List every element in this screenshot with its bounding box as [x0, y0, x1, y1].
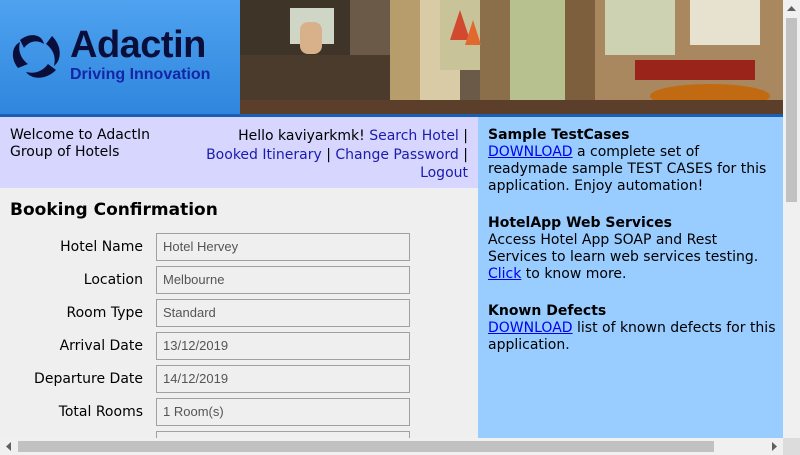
user-greeting: Hello kaviyarkmk! — [238, 128, 365, 144]
web-services-text: Access Hotel App SOAP and Rest Services … — [488, 232, 759, 265]
known-defects-block: Known Defects DOWNLOAD list of known def… — [488, 303, 778, 354]
hotel-name-label: Hotel Name — [60, 239, 143, 255]
scrollbar-corner — [783, 438, 800, 455]
total-rooms-label: Total Rooms — [58, 404, 143, 420]
form-row-location: Location Melbourne — [0, 266, 478, 296]
form-row-departure-date: Departure Date 14/12/2019 — [0, 365, 478, 395]
web-services-block: HotelApp Web Services Access Hotel App S… — [488, 215, 778, 283]
welcome-bar: Welcome to AdactIn Group of Hotels Hello… — [0, 117, 478, 188]
next-field-partial[interactable] — [156, 431, 410, 438]
sample-testcases-block: Sample TestCases DOWNLOAD a complete set… — [488, 127, 778, 195]
form-row-next — [0, 431, 478, 438]
nav-separator: | — [463, 128, 468, 144]
testcases-download-link[interactable]: DOWNLOAD — [488, 144, 573, 160]
booked-itinerary-link[interactable]: Booked Itinerary — [206, 147, 322, 163]
scroll-left-arrow-icon[interactable] — [0, 438, 17, 455]
hotel-lobby-image — [240, 0, 783, 114]
hotel-lobby-photo — [240, 0, 783, 114]
adactin-logo-icon — [12, 35, 60, 78]
welcome-text: Welcome to AdactIn Group of Hotels — [10, 127, 150, 160]
total-rooms-field[interactable]: 1 Room(s) — [156, 398, 410, 426]
departure-date-label: Departure Date — [34, 371, 143, 387]
site-header: Adactin Driving Innovation — [0, 0, 783, 114]
web-services-text-after: to know more. — [521, 266, 627, 282]
adactin-logo[interactable]: Adactin Driving Innovation — [0, 0, 240, 114]
arrival-date-field[interactable]: 13/12/2019 — [156, 332, 410, 360]
web-services-click-link[interactable]: Click — [488, 266, 521, 282]
hotel-name-field[interactable]: Hotel Hervey — [156, 233, 410, 261]
form-row-room-type: Room Type Standard — [0, 299, 478, 329]
page-title: Booking Confirmation — [10, 200, 218, 220]
departure-date-field[interactable]: 14/12/2019 — [156, 365, 410, 393]
search-hotel-link[interactable]: Search Hotel — [369, 128, 459, 144]
user-nav: Hello kaviyarkmk! Search Hotel | Booked … — [206, 127, 468, 183]
scroll-up-arrow-icon[interactable] — [783, 0, 800, 17]
room-type-field[interactable]: Standard — [156, 299, 410, 327]
brand-tagline: Driving Innovation — [70, 66, 211, 83]
logout-link[interactable]: Logout — [420, 165, 468, 181]
room-type-label: Room Type — [66, 305, 143, 321]
sample-testcases-title: Sample TestCases — [488, 127, 630, 143]
nav-separator: | — [326, 146, 331, 163]
brand-title: Adactin — [70, 24, 206, 66]
change-password-link[interactable]: Change Password — [335, 147, 458, 163]
nav-separator: | — [463, 146, 468, 163]
known-defects-title: Known Defects — [488, 303, 607, 319]
arrival-date-label: Arrival Date — [59, 338, 143, 354]
vertical-scrollbar[interactable] — [783, 0, 800, 438]
location-label: Location — [83, 272, 143, 288]
horizontal-scrollbar[interactable] — [0, 438, 783, 455]
info-sidebar: Sample TestCases DOWNLOAD a complete set… — [478, 117, 783, 438]
defects-download-link[interactable]: DOWNLOAD — [488, 320, 573, 336]
booking-confirmation-panel: Booking Confirmation Hotel Name Hotel He… — [0, 188, 478, 438]
scroll-right-arrow-icon[interactable] — [766, 438, 783, 455]
horizontal-scroll-thumb[interactable] — [18, 441, 714, 452]
location-field[interactable]: Melbourne — [156, 266, 410, 294]
form-row-total-rooms: Total Rooms 1 Room(s) — [0, 398, 478, 428]
form-row-hotel-name: Hotel Name Hotel Hervey — [0, 233, 478, 263]
vertical-scroll-thumb[interactable] — [786, 18, 797, 202]
form-row-arrival-date: Arrival Date 13/12/2019 — [0, 332, 478, 362]
web-services-title: HotelApp Web Services — [488, 215, 672, 231]
